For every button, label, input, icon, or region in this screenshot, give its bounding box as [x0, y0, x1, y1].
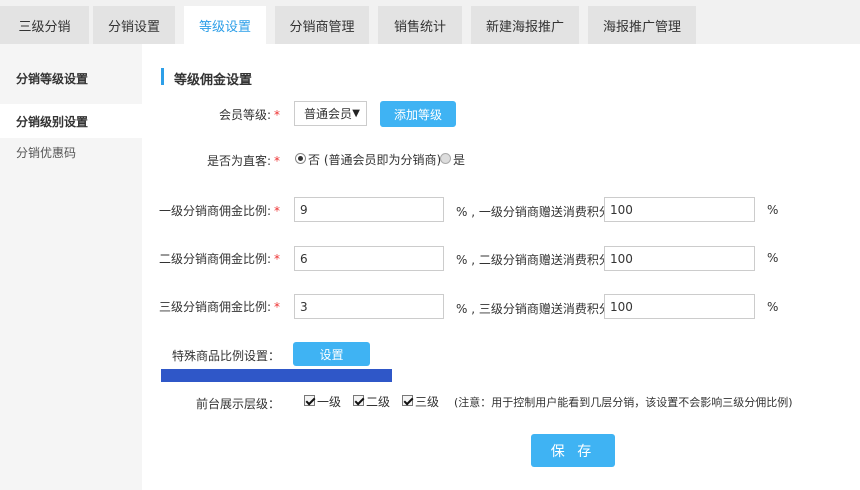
tab-three-level-distribution[interactable]: 三级分销 [0, 6, 89, 44]
level3-commission-label: 三级分销商佣金比例: * [158, 300, 280, 314]
tab-sales-stats[interactable]: 销售统计 [378, 6, 462, 44]
level3-points-input[interactable] [604, 294, 755, 319]
sidebar-item-coupon[interactable]: 分销优惠码 [0, 135, 142, 169]
display-level2-checkbox[interactable] [353, 395, 364, 406]
level3-points-label: % , 三级分销商赠送消费积分: [456, 302, 615, 316]
section-title: 等级佣金设置 [174, 73, 253, 88]
tab-distributor-management[interactable]: 分销商管理 [275, 6, 369, 44]
display-level3-label: 三级 [415, 395, 440, 409]
display-level1-label: 一级 [317, 395, 342, 409]
save-button[interactable]: 保 存 [531, 434, 615, 467]
level1-points-label: % , 一级分销商赠送消费积分: [456, 205, 615, 219]
display-levels-note: (注意：用于控制用户能看到几层分销，该设置不会影响三级分佣比例) [454, 396, 793, 409]
display-level3-checkbox[interactable] [402, 395, 413, 406]
tab-bar: 三级分销 分销设置 等级设置 分销商管理 销售统计 新建海报推广 海报推广管理 [0, 0, 860, 44]
special-ratio-set-button[interactable]: 设置 [293, 342, 370, 366]
member-level-select[interactable]: 普通会员 ▼ [294, 101, 367, 126]
direct-customer-yes-label: 是 [453, 153, 466, 167]
tab-poster-management[interactable]: 海报推广管理 [588, 6, 696, 44]
direct-customer-no-label: 否 (普通会员即为分销商) [308, 153, 442, 167]
display-level1-checkbox[interactable] [304, 395, 315, 406]
level1-points-input[interactable] [604, 197, 755, 222]
level2-points-label: % , 二级分销商赠送消费积分: [456, 253, 615, 267]
section-accent-bar [161, 68, 164, 85]
add-level-button[interactable]: 添加等级 [380, 101, 456, 127]
tab-new-poster[interactable]: 新建海报推广 [471, 6, 579, 44]
level2-commission-label: 二级分销商佣金比例: * [158, 252, 280, 266]
display-levels-label: 前台展示层级： [195, 397, 280, 411]
level2-unit: % [767, 251, 779, 265]
sidebar-item-level-settings[interactable]: 分销等级设置 [0, 61, 142, 95]
level1-commission-input[interactable] [294, 197, 444, 222]
special-ratio-label: 特殊商品比例设置： [171, 349, 280, 363]
level2-commission-input[interactable] [294, 246, 444, 271]
direct-customer-yes-radio[interactable] [440, 153, 451, 164]
level3-unit: % [767, 300, 779, 314]
level1-unit: % [767, 203, 779, 217]
direct-customer-no-radio[interactable] [295, 153, 306, 164]
member-level-selected: 普通会员 [304, 107, 353, 121]
sidebar: 分销等级设置 分销级别设置 分销优惠码 [0, 44, 142, 490]
level3-commission-input[interactable] [294, 294, 444, 319]
caret-down-icon: ▼ [352, 108, 360, 119]
tab-level-settings[interactable]: 等级设置 [184, 6, 266, 44]
highlight-strip [161, 369, 392, 382]
level2-points-input[interactable] [604, 246, 755, 271]
tab-distribution-settings[interactable]: 分销设置 [93, 6, 175, 44]
member-level-label: 会员等级: * [218, 108, 280, 122]
sidebar-item-rank-settings[interactable]: 分销级别设置 [0, 104, 142, 138]
level1-commission-label: 一级分销商佣金比例: * [158, 204, 280, 218]
direct-customer-label: 是否为直客: * [206, 154, 280, 168]
main-panel: 等级佣金设置 会员等级: * 普通会员 ▼ 添加等级 是否为直客: * 否 (普通会… [142, 44, 860, 490]
display-level2-label: 二级 [366, 395, 391, 409]
